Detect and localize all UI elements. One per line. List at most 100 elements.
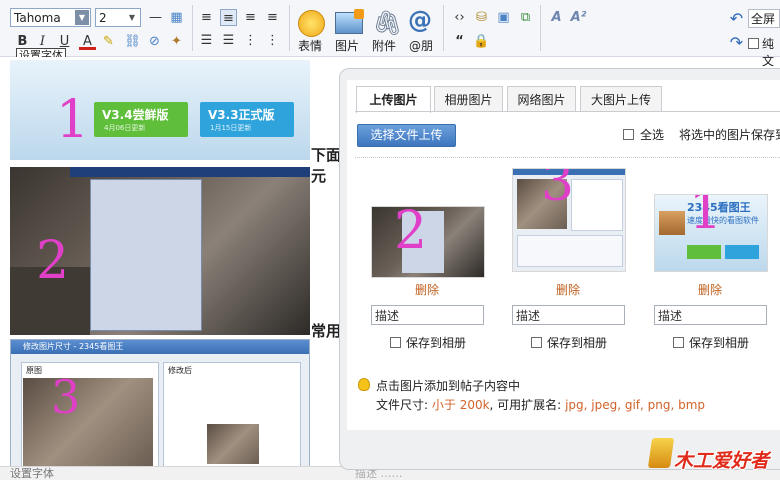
hint-text: 点击图片添加到帖子内容中 [376,379,521,393]
font-family-value: Tahoma [14,11,61,25]
image-number: 1 [689,194,723,241]
window-title-image: 修改图片尺寸 - 2345看图王 [11,340,309,354]
upload-thumbnail[interactable]: 2 [371,206,485,278]
at-icon[interactable]: @ [408,6,432,34]
redo-icon[interactable]: ↷ [728,34,745,51]
unlink-icon[interactable]: ⊘ [146,33,163,50]
plaintext-checkbox[interactable] [748,38,759,49]
align-left-icon[interactable]: ≡ [198,9,215,26]
hint-mid: , 可用扩展名: [489,398,562,412]
ordered-list-icon[interactable]: ⋮ [242,32,259,49]
fullscreen-button[interactable]: 全屏 [748,9,780,28]
hide-icon[interactable]: ⛁ [473,9,490,26]
paperclip-icon[interactable]: 🖇 [372,9,402,37]
code-icon[interactable]: ‹› [451,9,468,26]
clear-format-icon[interactable]: ✦ [168,33,185,50]
font-family-select[interactable]: Tahoma ▼ [10,8,91,27]
description-input[interactable]: 描述 [371,305,484,325]
editor-toolbar: Tahoma ▼ 2 ▼ — ▦ B I U A ✎ ⛓ ⊘ ✦ 设置字体 ≡ … [0,0,780,68]
paragraph-icon[interactable]: ☰ [198,32,215,49]
select-all-label: 全选 [640,128,665,142]
free-icon[interactable]: ▣ [495,9,512,26]
panel-image [571,179,623,231]
font-color-icon[interactable]: A [79,33,96,50]
tab-album[interactable]: 相册图片 [434,86,503,112]
emoticon-button[interactable]: 表情 [293,37,327,54]
panel-label: 修改后 [168,366,192,375]
upload-thumbnail[interactable]: 2345看图王 速度最快的看图软件 1 [654,194,768,272]
image-number: 2 [394,206,428,261]
delete-link[interactable]: 删除 [538,281,598,298]
chevron-down-icon: ▼ [75,10,89,25]
beta-date: 4月06日更新 [104,124,146,132]
delete-link[interactable]: 删除 [680,281,740,298]
tab-upload[interactable]: 上传图片 [356,86,431,113]
undo-icon[interactable]: ↶ [728,10,745,27]
float-icon[interactable]: ☰ [220,32,237,49]
align-right-icon[interactable]: ≡ [242,9,259,26]
lock-icon[interactable]: 🔒 [473,33,490,50]
upload-thumbnail[interactable]: 3 [512,168,626,272]
stable-label: V3.3正式版 [208,108,275,122]
align-justify-icon[interactable]: ≡ [264,9,281,26]
template-icon[interactable]: ⧉ [517,9,534,26]
file-size-hint: 文件尺寸: 小于 200k, 可用扩展名: jpg, jpeg, gif, pn… [376,396,705,413]
hint-extensions: jpg, jpeg, gif, png, bmp [565,398,706,412]
save-to-album-label: 保存到相册 [689,336,750,350]
context-menu-image [90,179,202,331]
image-number: 2 [36,231,70,291]
form-image [517,235,623,267]
horizontal-rule-icon[interactable]: — [147,9,164,26]
toolbar-divider [443,5,444,51]
choose-file-button[interactable]: 选择文件上传 [357,124,456,147]
align-center-icon[interactable]: ≡ [220,9,237,26]
link-icon[interactable]: ⛓ [124,33,141,50]
unordered-list-icon[interactable]: ⋮ [264,32,281,49]
description-input[interactable]: 描述 [512,305,625,325]
screenshot-image-3: 修改图片尺寸 - 2345看图王 原图 修改后 3 [10,339,310,467]
hint-size: 小于 200k [431,398,490,412]
mention-button[interactable]: @朋 [404,37,438,54]
plaintext-label: 纯文 [762,37,775,68]
stable-button-image [725,245,759,259]
panel-label: 原图 [26,366,42,375]
tab-large-upload[interactable]: 大图片上传 [580,86,662,112]
attachment-button[interactable]: 附件 [367,37,401,54]
image-button[interactable]: 图片 [330,37,364,54]
quote-icon[interactable]: “ [451,33,468,50]
superscript-icon[interactable]: A² [570,9,587,26]
chevron-down-icon: ▼ [128,13,136,22]
download-beta-button-image: V3.4尝鲜版 4月06日更新 [94,102,188,137]
image-number: 1 [56,90,90,150]
photo-region [659,211,685,235]
status-left-text: 设置字体 [10,467,54,480]
screenshot-image-2: 2 [10,167,310,335]
editor-text-line: 常用 [311,322,342,340]
image-badge-icon [354,9,364,19]
description-input[interactable]: 描述 [654,305,767,325]
lightbulb-icon [358,378,370,391]
tab-web-image[interactable]: 网络图片 [507,86,576,112]
editor-content[interactable]: 1 V3.4尝鲜版 4月06日更新 V3.3正式版 1月15日更新 下面元 2 … [0,57,345,467]
save-to-album-checkbox[interactable] [531,337,542,348]
download-stable-button-image: V3.3正式版 1月15日更新 [200,102,294,137]
save-selected-link[interactable]: 将选中的图片保存到 [679,126,780,143]
image-number: 3 [51,370,81,424]
smiley-icon[interactable] [298,10,325,37]
save-to-album-checkbox[interactable] [673,337,684,348]
delete-link[interactable]: 删除 [397,281,457,298]
font-style-icon[interactable]: A [548,9,565,26]
toolbar-divider [192,5,193,51]
save-to-album-label: 保存到相册 [547,336,608,350]
background-color-icon[interactable]: ✎ [100,33,117,50]
stable-date: 1月15日更新 [210,124,252,132]
photo-region [207,424,259,464]
toolbar-divider [289,5,290,51]
window-titlebar-image [70,167,310,177]
table-icon[interactable]: ▦ [168,9,185,26]
font-size-select[interactable]: 2 ▼ [95,8,141,27]
screenshot-image-1: 1 V3.4尝鲜版 4月06日更新 V3.3正式版 1月15日更新 [10,60,310,160]
beta-label: V3.4尝鲜版 [102,108,169,122]
select-all-checkbox[interactable] [623,129,634,140]
save-to-album-checkbox[interactable] [390,337,401,348]
